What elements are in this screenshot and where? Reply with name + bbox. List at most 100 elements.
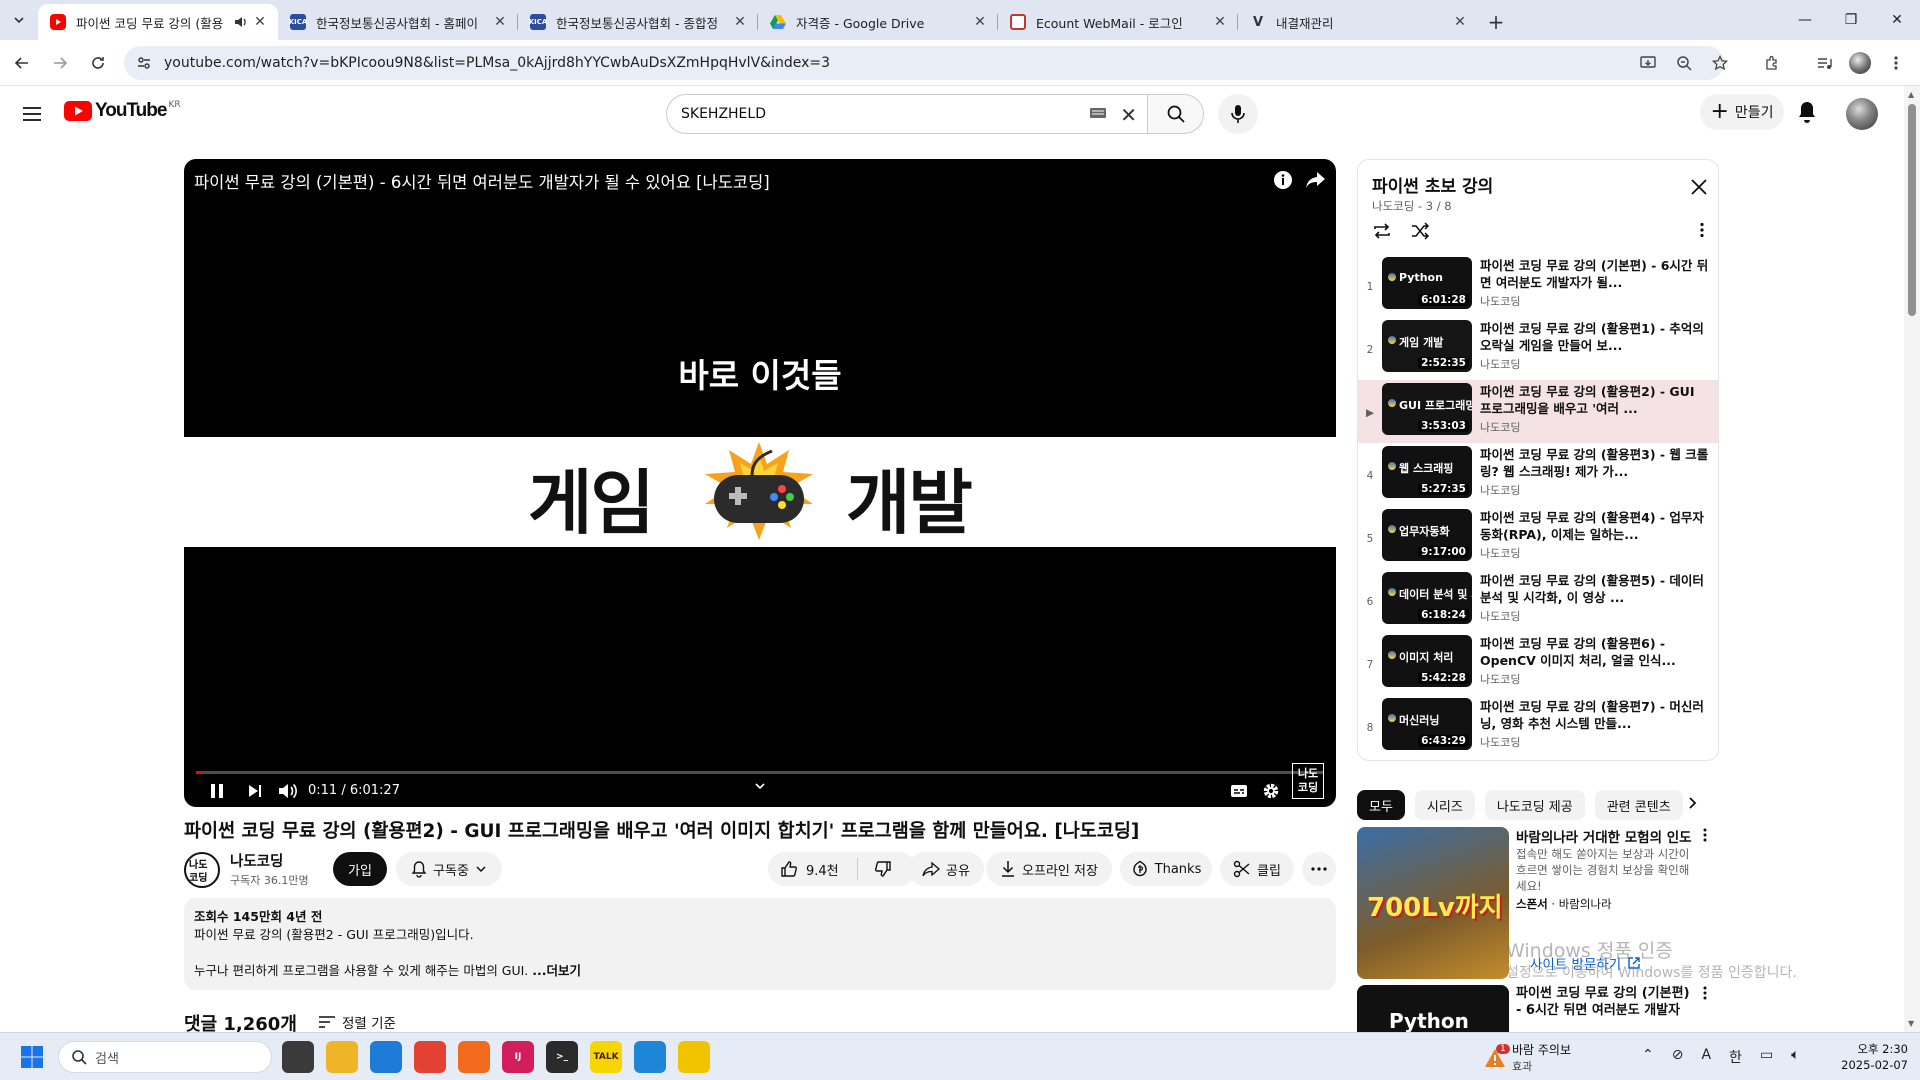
extensions-icon[interactable] — [1756, 47, 1788, 79]
taskbar-clock[interactable]: 오후 2:30 2025-02-07 — [1838, 1041, 1908, 1073]
voice-search-button[interactable] — [1218, 94, 1258, 134]
tab-search-button[interactable] — [0, 0, 38, 40]
player-video-title[interactable]: 파이썬 무료 강의 (기본편) - 6시간 뒤면 여러분도 개발자가 될 수 있… — [194, 169, 770, 193]
more-actions-button[interactable] — [1302, 852, 1336, 886]
playlist-item[interactable]: 6 데이터 분석 및 시각화 6:18:24 파이썬 코딩 무료 강의 (활용편5) … — [1358, 569, 1718, 632]
keyboard-icon[interactable] — [1089, 107, 1107, 119]
network-off-icon[interactable]: ⊘ — [1672, 1047, 1684, 1067]
download-button[interactable]: 오프라인 저장 — [986, 852, 1112, 886]
video-info-button[interactable] — [1272, 169, 1294, 191]
chrome-icon[interactable] — [414, 1041, 446, 1073]
show-more-link[interactable]: ...더보기 — [532, 963, 581, 978]
video-player[interactable]: 파이썬 무료 강의 (기본편) - 6시간 뒤면 여러분도 개발자가 될 수 있… — [184, 159, 1336, 807]
taskbar-search-input[interactable]: 검색 — [58, 1041, 272, 1073]
playlist-item-thumbnail[interactable]: 웹 스크래핑 5:27:35 — [1382, 446, 1472, 498]
ime-mode-indicator[interactable]: A — [1701, 1047, 1711, 1067]
playlist-item-thumbnail[interactable]: 게임 개발 2:52:35 — [1382, 320, 1472, 372]
ad-thumbnail[interactable]: 700Lv까지 — [1357, 827, 1509, 979]
page-scrollbar[interactable]: ▲ ▼ — [1904, 86, 1920, 1032]
playlist-item[interactable]: 5 업무자동화 9:17:00 파이썬 코딩 무료 강의 (활용편4) - 업무자동화… — [1358, 506, 1718, 569]
clip-button[interactable]: 클립 — [1220, 852, 1294, 886]
tab-close-icon[interactable]: ✕ — [1212, 14, 1228, 30]
install-app-icon[interactable] — [1632, 47, 1664, 79]
tab-close-icon[interactable]: ✕ — [492, 14, 508, 30]
playlist-title[interactable]: 파이썬 초보 강의 — [1372, 172, 1493, 197]
thanks-button[interactable]: Thanks — [1120, 852, 1212, 886]
share-button[interactable]: 공유 — [908, 852, 984, 886]
recommended-thumbnail[interactable]: Python — [1357, 985, 1509, 1032]
playlist-item[interactable]: 4 웹 스크래핑 5:27:35 파이썬 코딩 무료 강의 (활용편3) - 웹 크롤… — [1358, 443, 1718, 506]
clear-search-icon[interactable]: ✕ — [1120, 103, 1137, 127]
playlist-item-thumbnail[interactable]: Python 6:01:28 — [1382, 257, 1472, 309]
address-bar[interactable]: youtube.com/watch?v=bKPIcoou9N8&list=PLM… — [124, 46, 1724, 80]
playlist-item-thumbnail[interactable]: 이미지 처리 5:42:28 — [1382, 635, 1472, 687]
forward-button[interactable] — [44, 47, 76, 79]
playlist-item-thumbnail[interactable]: 데이터 분석 및 시각화 6:18:24 — [1382, 572, 1472, 624]
mute-button[interactable] — [278, 782, 298, 800]
filter-chip[interactable]: 나도코딩 제공 — [1484, 790, 1585, 820]
sticky-icon[interactable] — [678, 1041, 710, 1073]
restore-button[interactable]: ❐ — [1828, 0, 1874, 40]
start-button[interactable] — [20, 1045, 44, 1069]
channel-avatar[interactable]: 나도 코딩 — [184, 852, 220, 888]
youtube-logo[interactable]: YouTube KR — [64, 100, 181, 122]
browser-tab-youtube[interactable]: 파이썬 코딩 무료 강의 (활용 ✕ — [38, 4, 278, 40]
browser-tab-approval[interactable]: V 내결재관리 ✕ — [1238, 4, 1478, 40]
settings-button[interactable] — [1262, 782, 1280, 800]
subscribed-button[interactable]: 구독중 — [396, 852, 502, 886]
tab-close-icon[interactable]: ✕ — [732, 14, 748, 30]
loop-playlist-button[interactable] — [1372, 222, 1392, 240]
profile-avatar-icon[interactable] — [1844, 47, 1876, 79]
playlist-item[interactable]: ▶ GUI 프로그래밍 3:53:03 파이썬 코딩 무료 강의 (활용편2) - G… — [1358, 380, 1718, 443]
subtitles-button[interactable] — [1230, 783, 1248, 799]
guide-menu-button[interactable] — [20, 102, 44, 126]
kakaotalk-icon[interactable]: TALK — [590, 1041, 622, 1073]
scroll-down-arrow-icon[interactable]: ▼ — [1908, 1019, 1914, 1028]
zoom-icon[interactable] — [1668, 47, 1700, 79]
tab-close-icon[interactable]: ✕ — [252, 14, 268, 30]
intellij-icon[interactable]: IJ — [502, 1041, 534, 1073]
bookmark-star-icon[interactable] — [1704, 47, 1736, 79]
filter-chip[interactable]: 관련 콘텐츠 — [1594, 790, 1683, 820]
notifications-button[interactable] — [1796, 100, 1818, 124]
ad-more-button[interactable] — [1703, 828, 1707, 842]
recommended-more-button[interactable] — [1703, 986, 1707, 1000]
filter-chip[interactable]: 시리즈 — [1414, 790, 1475, 820]
scroll-up-arrow-icon[interactable]: ▲ — [1908, 90, 1914, 99]
filter-chip[interactable]: 모두 — [1357, 790, 1405, 820]
browser-tab-google-drive[interactable]: 자격증 - Google Drive ✕ — [758, 4, 998, 40]
browser-tab-kica-info[interactable]: KICA 한국정보통신공사협회 - 종합정 ✕ — [518, 4, 758, 40]
player-share-button[interactable] — [1304, 169, 1326, 191]
reload-button[interactable] — [82, 47, 114, 79]
ad-title[interactable]: 바람의나라 거대한 모험의 인도 — [1516, 826, 1692, 846]
search-button[interactable] — [1148, 94, 1204, 134]
language-indicator[interactable]: 한 — [1729, 1047, 1742, 1067]
vscode-icon[interactable] — [634, 1041, 666, 1073]
playlist-item[interactable]: 1 Python 6:01:28 파이썬 코딩 무료 강의 (기본편) - 6시간 뒤… — [1358, 254, 1718, 317]
recommended-title[interactable]: 파이썬 코딩 무료 강의 (기본편) - 6시간 뒤면 여러분도 개발자가... — [1516, 985, 1696, 1019]
playlist-item[interactable]: 2 게임 개발 2:52:35 파이썬 코딩 무료 강의 (활용편1) - 추억의 오… — [1358, 317, 1718, 380]
scrollbar-thumb[interactable] — [1908, 104, 1916, 316]
playlist-item-thumbnail[interactable]: 업무자동화 9:17:00 — [1382, 509, 1472, 561]
next-video-button[interactable] — [248, 784, 262, 798]
weather-widget[interactable]: 1 바람 주의보 효과 — [1484, 1041, 1571, 1074]
pause-button[interactable] — [210, 783, 224, 799]
shuffle-playlist-button[interactable] — [1410, 222, 1430, 240]
channel-name[interactable]: 나도코딩 — [230, 850, 283, 871]
close-window-button[interactable]: ✕ — [1874, 0, 1920, 40]
join-button[interactable]: 가입 — [333, 852, 387, 886]
account-avatar[interactable] — [1846, 98, 1878, 130]
task-view-icon[interactable] — [282, 1041, 314, 1073]
sort-comments-button[interactable]: 정렬 기준 — [318, 1012, 396, 1032]
like-button[interactable]: 9.4천 — [780, 860, 839, 879]
minimize-button[interactable]: — — [1782, 0, 1828, 40]
playlist-item-thumbnail[interactable]: 머신러닝 6:43:29 — [1382, 698, 1472, 750]
terminal-icon[interactable]: >_ — [546, 1041, 578, 1073]
tab-close-icon[interactable]: ✕ — [1452, 14, 1468, 30]
display-icon[interactable]: ▭ — [1760, 1047, 1773, 1067]
edge-icon[interactable] — [370, 1041, 402, 1073]
browser-tab-kica-home[interactable]: KICA 한국정보통신공사협회 - 홈페이 ✕ — [278, 4, 518, 40]
browser-tab-ecount-webmail[interactable]: Ecount WebMail - 로그인 ✕ — [998, 4, 1238, 40]
back-button[interactable] — [6, 47, 38, 79]
progress-bar[interactable] — [196, 771, 1324, 774]
